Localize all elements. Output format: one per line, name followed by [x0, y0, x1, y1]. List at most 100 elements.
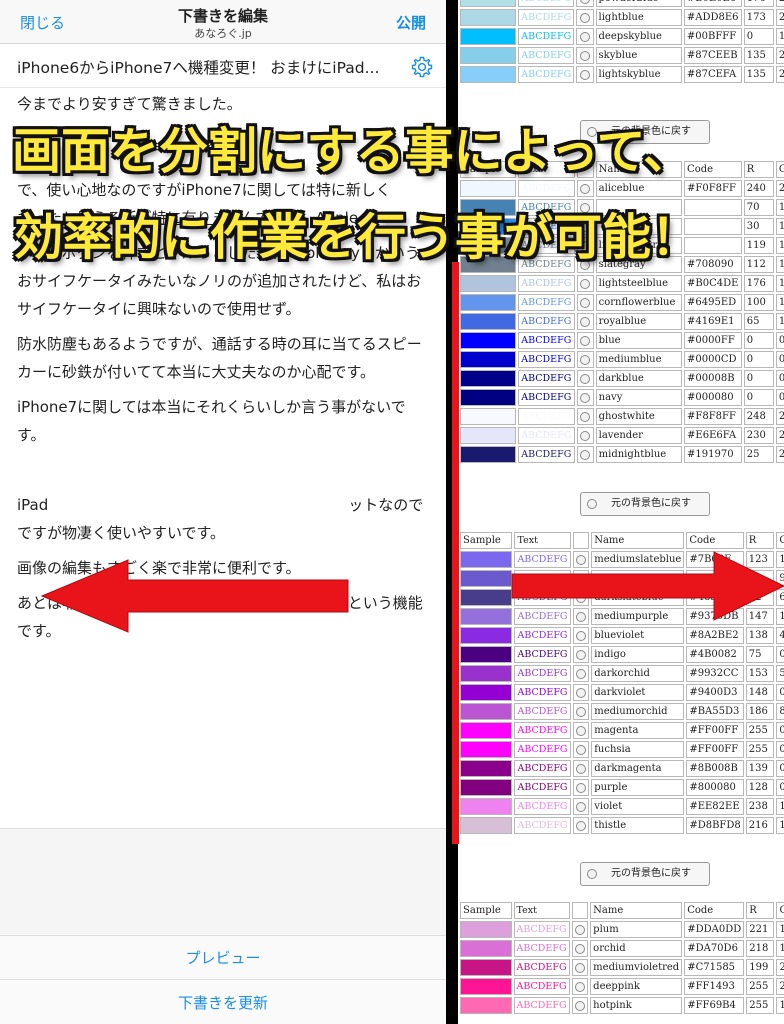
color-radio[interactable] [576, 28, 594, 45]
color-radio[interactable] [576, 47, 594, 64]
red-value: 72 [745, 589, 775, 606]
post-title-row[interactable]: iPhone6からiPhone7へ機種変更！ おまけにiPad... [0, 44, 446, 88]
color-code: #D8BFD8 [686, 817, 744, 834]
color-radio[interactable] [576, 427, 594, 444]
sample-text: ABCDEFG [514, 798, 571, 815]
color-radio[interactable] [572, 703, 590, 720]
column-header: Text [514, 532, 571, 549]
table-row: ABCDEFG lavender#E6E6FA23023 [460, 427, 784, 444]
color-radio[interactable] [576, 332, 594, 349]
color-radio[interactable] [576, 9, 594, 26]
color-radio[interactable] [572, 646, 590, 663]
color-radio[interactable] [572, 722, 590, 739]
reset-bg-button[interactable]: 元の背景色に戻す [580, 492, 710, 516]
sample-text: ABCDEFG [518, 351, 575, 368]
color-radio[interactable] [572, 760, 590, 777]
radio-icon [580, 411, 591, 422]
color-table: Sample Text Name Code R G ABCDEFG mediums… [458, 530, 784, 836]
update-draft-button[interactable]: 下書きを更新 [0, 979, 446, 1024]
color-radio[interactable] [571, 997, 589, 1014]
color-radio[interactable] [572, 570, 590, 587]
radio-icon [575, 668, 586, 679]
red-value: 123 [745, 551, 775, 568]
color-radio[interactable] [576, 313, 594, 330]
color-code: #B0C4DE [684, 275, 742, 292]
sample-text: ABCDEFG [518, 389, 575, 406]
table-row: ABCDEFG mediumorchid#BA55D318685 [460, 703, 784, 720]
radio-icon [575, 706, 586, 717]
color-radio[interactable] [572, 627, 590, 644]
color-radio[interactable] [576, 389, 594, 406]
color-code: #DA70D6 [684, 940, 745, 957]
green-value: 0 [776, 684, 784, 701]
sample-text: ABCDEFG [518, 427, 575, 444]
color-swatch [460, 665, 513, 682]
color-radio[interactable] [572, 684, 590, 701]
color-code: #8A2BE2 [686, 627, 744, 644]
red-value: 176 [743, 275, 774, 292]
red-value: 255 [745, 722, 775, 739]
green-value: 21 [776, 959, 784, 976]
color-radio[interactable] [576, 294, 594, 311]
color-radio[interactable] [572, 589, 590, 606]
radio-icon [574, 943, 585, 954]
reset-bg-button[interactable]: 元の背景色に戻す [580, 862, 710, 886]
color-radio[interactable] [572, 817, 590, 834]
radio-icon [575, 592, 586, 603]
green-value: 0 [776, 741, 784, 758]
color-radio[interactable] [571, 921, 589, 938]
color-name: orchid [590, 940, 683, 957]
color-radio[interactable] [571, 940, 589, 957]
radio-icon [580, 12, 590, 23]
color-name: skyblue [595, 47, 682, 64]
color-swatch [460, 589, 513, 606]
color-radio[interactable] [571, 959, 589, 976]
color-name: darkviolet [591, 684, 685, 701]
table-row: ABCDEFG deepskyblue#00BFFF019 [460, 28, 784, 45]
color-radio[interactable] [576, 275, 594, 292]
color-radio[interactable] [572, 779, 590, 796]
green-value: 90 [776, 570, 784, 587]
color-radio[interactable] [576, 66, 594, 83]
color-swatch [460, 408, 517, 425]
color-radio[interactable] [576, 370, 594, 387]
color-radio[interactable] [576, 446, 594, 463]
column-header [572, 532, 590, 549]
red-value: 135 [743, 47, 774, 64]
radio-icon [580, 316, 591, 327]
publish-button[interactable]: 公開 [396, 12, 426, 33]
radio-icon [575, 687, 586, 698]
red-value: 238 [745, 798, 775, 815]
color-radio[interactable] [572, 798, 590, 815]
color-code: #4169E1 [684, 313, 742, 330]
red-value: 221 [746, 921, 775, 938]
color-name: powderblue [595, 0, 682, 7]
color-name: lightsteelblue [595, 275, 683, 292]
color-radio[interactable] [572, 741, 590, 758]
green-value: 25 [775, 446, 784, 463]
color-radio[interactable] [572, 551, 590, 568]
table-row: ABCDEFG hotpink#FF69B425510 [460, 997, 784, 1014]
table-row: ABCDEFG fuchsia#FF00FF2550 [460, 741, 784, 758]
radio-icon [580, 392, 591, 403]
color-radio[interactable] [576, 0, 594, 7]
color-radio[interactable] [572, 608, 590, 625]
post-title[interactable]: iPhone6からiPhone7へ機種変更！ おまけにiPad... [17, 56, 379, 78]
gear-icon[interactable] [410, 55, 434, 79]
color-swatch [460, 779, 513, 796]
color-radio[interactable] [572, 665, 590, 682]
table-row: ABCDEFG indigo#4B0082750 [460, 646, 784, 663]
preview-button[interactable]: プレビュー [0, 935, 446, 979]
split-view-link[interactable]: Split view [250, 594, 333, 612]
radio-icon [580, 50, 590, 61]
color-radio[interactable] [571, 978, 589, 995]
color-swatch [460, 427, 517, 444]
color-name: indigo [591, 646, 685, 663]
radio-icon [575, 820, 586, 831]
sample-text: ABCDEFG [518, 332, 575, 349]
table-row: ABCDEFG skyblue#87CEEB13520 [460, 47, 784, 64]
paragraph: あとは非常に衝撃を受けたのは、『Split view』という機能です。 [17, 589, 429, 645]
color-radio[interactable] [576, 408, 594, 425]
color-radio[interactable] [576, 351, 594, 368]
sample-text: ABCDEFG [513, 959, 570, 976]
